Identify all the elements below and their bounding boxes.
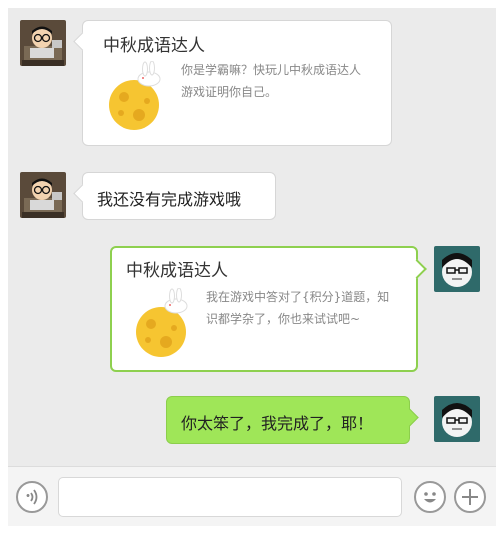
card-title: 中秋成语达人 <box>126 261 228 281</box>
self-avatar[interactable] <box>434 246 480 292</box>
message-input[interactable] <box>58 477 402 517</box>
self-avatar[interactable] <box>434 396 480 442</box>
message-text: 我还没有完成游戏哦 <box>97 190 242 209</box>
text-message-incoming[interactable]: 我还没有完成游戏哦 <box>82 172 276 220</box>
smiley-icon <box>424 492 436 503</box>
plus-icon <box>462 489 478 505</box>
voice-icon <box>26 489 38 505</box>
nerd-boy-avatar[interactable] <box>20 20 66 66</box>
card-description: 你是学霸嘛？快玩儿中秋成语达人 游戏证明你自己。 <box>181 59 361 103</box>
nerd-boy-avatar[interactable] <box>20 172 66 218</box>
card-description-line: 游戏证明你自己。 <box>181 85 278 99</box>
card-description-line: 你是学霸嘛？快玩儿中秋成语达人 <box>181 63 362 77</box>
chat-window: 中秋成语达人 你是学霸嘛？快玩儿中秋成语达人 游戏证明你自己。 我还没有完成游戏… <box>8 8 496 526</box>
input-bar <box>8 466 496 526</box>
voice-button[interactable] <box>16 481 48 513</box>
emoji-button[interactable] <box>414 481 446 513</box>
card-description: 我在游戏中答对了{积分}道题，知 识都学杂了，你也来试试吧~ <box>206 286 389 330</box>
card-message-incoming[interactable]: 中秋成语达人 你是学霸嘛？快玩儿中秋成语达人 游戏证明你自己。 <box>82 20 392 146</box>
card-description-line: 识都学杂了，你也来试试吧~ <box>206 312 361 326</box>
card-title: 中秋成语达人 <box>103 36 205 56</box>
message-text: 你太笨了，我完成了，耶！ <box>181 414 374 433</box>
card-message-outgoing[interactable]: 中秋成语达人 我在游戏中答对了{积分}道题，知 识都学杂了，你也来试试吧~ <box>110 246 418 372</box>
card-description-line: 我在游戏中答对了{积分}道题，知 <box>206 290 390 304</box>
plus-button[interactable] <box>454 481 486 513</box>
moon-rabbit-icon <box>107 60 167 131</box>
moon-rabbit-icon <box>134 287 194 358</box>
text-message-outgoing[interactable]: 你太笨了，我完成了，耶！ <box>166 396 410 444</box>
